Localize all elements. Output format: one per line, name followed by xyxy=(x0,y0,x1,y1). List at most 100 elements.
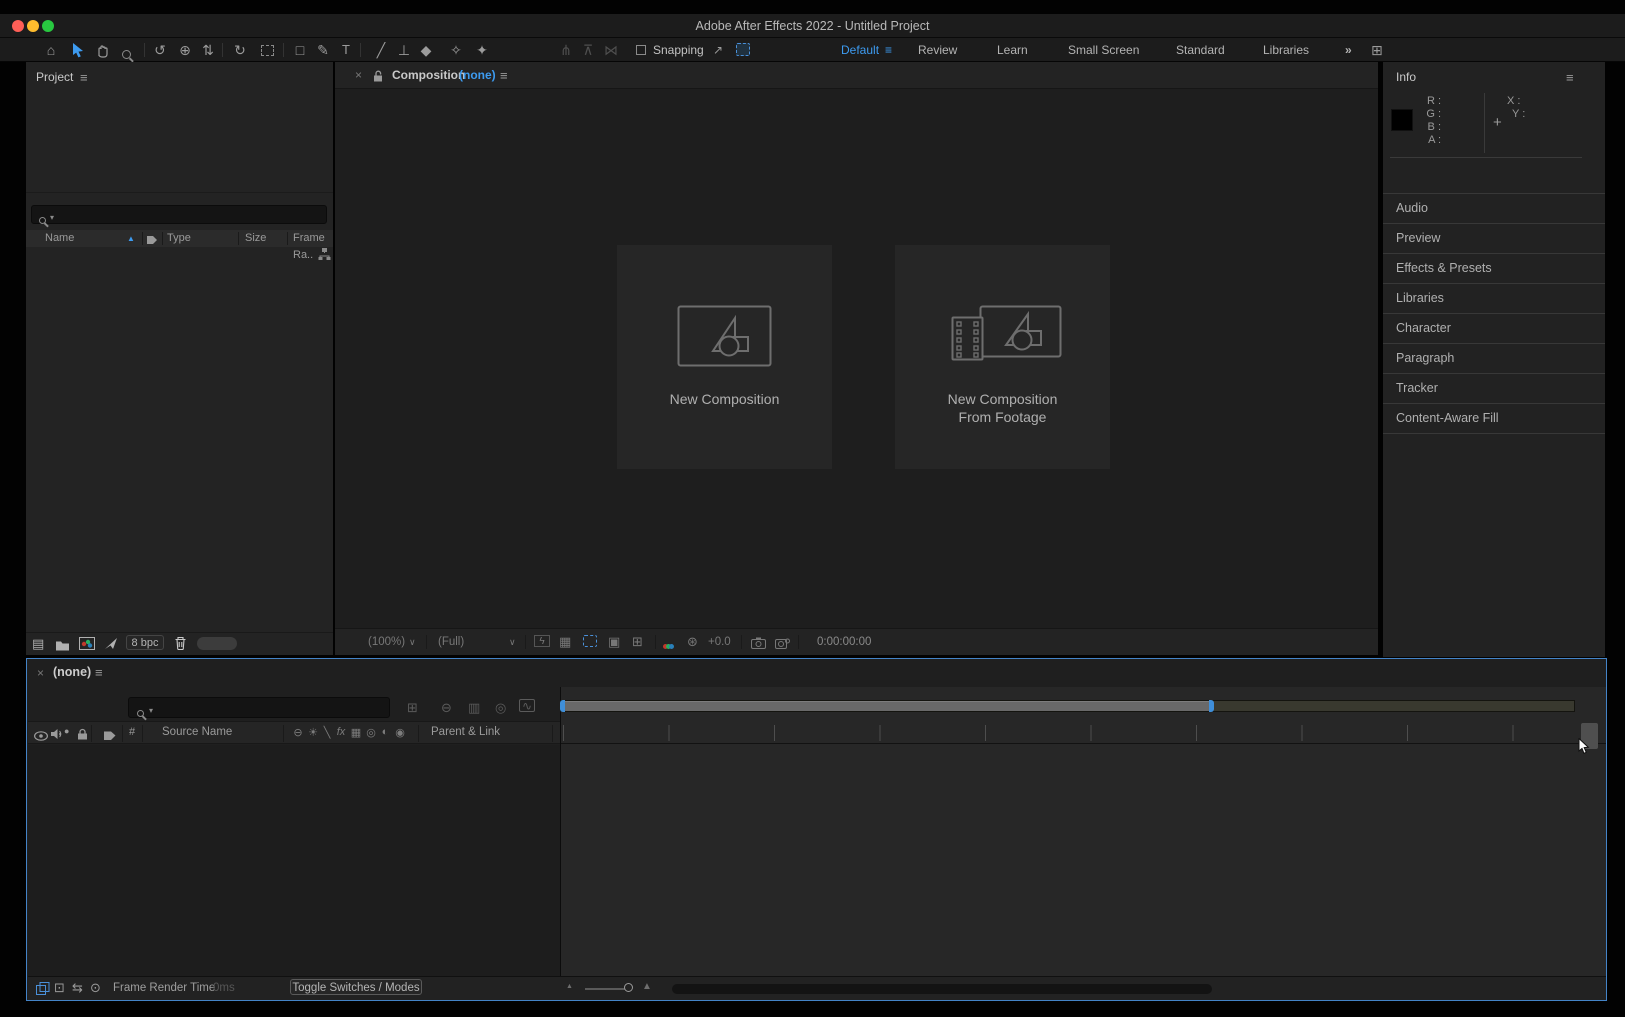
frame-blend-switch-icon[interactable]: ▦ xyxy=(349,726,363,739)
interpret-footage-icon[interactable]: ▤ xyxy=(32,636,44,652)
panel-tab-audio[interactable]: Audio xyxy=(1383,193,1605,223)
project-flowchart-icon[interactable] xyxy=(104,637,118,655)
workspace-tab-libraries[interactable]: Libraries xyxy=(1263,42,1309,58)
project-horizontal-scrollbar[interactable] xyxy=(197,637,237,650)
workspace-tab-small-screen[interactable]: Small Screen xyxy=(1068,42,1139,58)
timeline-zoom-slider-knob[interactable] xyxy=(624,983,633,992)
quality-switch-icon[interactable]: ╲ xyxy=(320,726,334,739)
rotation-tool-icon[interactable]: ↻ xyxy=(230,41,250,59)
new-composition-button[interactable]: New Composition xyxy=(617,245,832,469)
info-panel-tab[interactable]: Info xyxy=(1396,70,1416,84)
selection-tool-icon[interactable] xyxy=(72,43,85,63)
manage-workspaces-icon[interactable]: ⊞ xyxy=(1371,42,1383,58)
motion-blur-icon[interactable]: ◎ xyxy=(495,700,506,716)
zoom-out-timeline-icon[interactable]: ▲ xyxy=(566,983,573,990)
timeline-tab[interactable]: (none) xyxy=(53,665,91,679)
pan-camera-tool-icon[interactable]: ⊕ xyxy=(175,41,195,59)
workspace-overflow-icon[interactable]: » xyxy=(1345,42,1352,58)
column-type[interactable]: Type xyxy=(167,230,191,247)
new-composition-from-footage-button[interactable]: New Composition From Footage xyxy=(895,245,1110,469)
layer-list-empty-area[interactable] xyxy=(28,745,560,976)
collapse-transforms-icon[interactable]: ☀ xyxy=(306,726,320,739)
composition-panel-menu-icon[interactable]: ≡ xyxy=(500,68,508,83)
time-ruler[interactable] xyxy=(563,725,1573,741)
timeline-search-input[interactable]: ▾ xyxy=(128,697,390,718)
three-d-switch-icon[interactable]: ◉ xyxy=(393,726,407,739)
column-name[interactable]: Name xyxy=(45,230,74,247)
video-visibility-icon[interactable] xyxy=(34,728,48,746)
magnification-caret-icon[interactable]: ∨ xyxy=(409,637,416,648)
project-tab[interactable]: Project xyxy=(36,70,73,84)
resolution-caret-icon[interactable]: ∨ xyxy=(509,637,516,648)
zoom-in-timeline-icon[interactable]: ▲ xyxy=(642,981,652,992)
panel-tab-preview[interactable]: Preview xyxy=(1383,223,1605,253)
panel-tab-paragraph[interactable]: Paragraph xyxy=(1383,343,1605,373)
timeline-horizontal-scrollbar[interactable] xyxy=(672,984,1212,994)
panel-tab-tracker[interactable]: Tracker xyxy=(1383,373,1605,403)
motion-blur-switch-icon[interactable]: ◎ xyxy=(364,726,378,739)
magnification-value[interactable]: (100%) xyxy=(368,636,405,648)
composition-mini-flowchart-icon[interactable]: ⊞ xyxy=(407,700,418,716)
panel-tab-character[interactable]: Character xyxy=(1383,313,1605,343)
audio-mute-icon[interactable] xyxy=(50,727,63,745)
dolly-camera-tool-icon[interactable]: ⇅ xyxy=(198,41,218,59)
transparency-grid-icon[interactable]: ▦ xyxy=(559,634,571,650)
label-color-icon[interactable] xyxy=(104,728,116,746)
channel-icon[interactable] xyxy=(663,636,674,654)
expand-transfer-controls-icon[interactable]: ⊡ xyxy=(54,980,65,996)
flowchart-view-icon[interactable] xyxy=(318,248,331,263)
layer-number-column[interactable]: # xyxy=(129,726,135,738)
fast-previews-icon[interactable]: ϟ xyxy=(534,635,550,647)
source-name-column[interactable]: Source Name xyxy=(162,726,232,738)
preview-timecode[interactable]: 0:00:00:00 xyxy=(817,636,871,648)
label-color-icon[interactable] xyxy=(147,234,158,251)
snapshot-icon[interactable] xyxy=(751,636,766,654)
project-panel-menu-icon[interactable]: ≡ xyxy=(80,70,88,85)
adjustment-layer-switch-icon[interactable]: ◐ xyxy=(378,726,392,738)
roto-brush-tool-icon[interactable]: ✧ xyxy=(446,41,466,59)
new-composition-icon[interactable] xyxy=(79,637,95,655)
panel-tab-effects-presets[interactable]: Effects & Presets xyxy=(1383,253,1605,283)
puppet-pin-tool-icon[interactable]: ✦ xyxy=(472,41,492,59)
snap-flyout-icon[interactable]: ↗ xyxy=(708,41,728,59)
column-size[interactable]: Size xyxy=(245,230,266,247)
time-navigator-start-handle[interactable] xyxy=(560,700,565,712)
orbit-camera-tool-icon[interactable]: ↺ xyxy=(150,41,170,59)
expand-in-out-icon[interactable]: ⇆ xyxy=(72,980,83,996)
snapping-label[interactable]: Snapping xyxy=(653,42,704,58)
expand-render-time-icon[interactable]: ⊙ xyxy=(90,980,101,996)
eraser-tool-icon[interactable]: ◆ xyxy=(416,41,436,59)
project-search-input[interactable]: ▾ xyxy=(31,205,327,224)
resolution-value[interactable]: (Full) xyxy=(438,636,464,648)
composition-tab-target[interactable]: (none) xyxy=(459,68,496,82)
parent-link-column[interactable]: Parent & Link xyxy=(431,726,500,738)
home-icon[interactable]: ⌂ xyxy=(41,41,61,59)
pen-tool-icon[interactable]: ✎ xyxy=(313,41,333,59)
snap-to-edges-icon[interactable] xyxy=(736,43,750,56)
delete-icon[interactable] xyxy=(174,636,187,656)
workspace-tab-learn[interactable]: Learn xyxy=(997,42,1028,58)
graph-editor-icon[interactable]: ∿ xyxy=(519,699,535,712)
expand-layer-switches-icon[interactable] xyxy=(36,982,50,1000)
info-panel-menu-icon[interactable]: ≡ xyxy=(1566,70,1574,85)
workspace-tab-default[interactable]: Default xyxy=(841,42,879,58)
camera-tool-icon[interactable] xyxy=(261,45,274,56)
timeline-panel-menu-icon[interactable]: ≡ xyxy=(95,665,103,680)
snapping-checkbox[interactable] xyxy=(636,45,646,55)
time-navigator-end-handle[interactable] xyxy=(1209,700,1214,712)
clone-stamp-tool-icon[interactable]: ⊥ xyxy=(394,41,414,59)
close-tab-icon[interactable]: × xyxy=(37,666,44,680)
effects-switch-icon[interactable]: fx xyxy=(334,726,348,738)
type-tool-icon[interactable]: T xyxy=(336,41,356,59)
shape-tool-icon[interactable]: □ xyxy=(290,41,310,59)
toggle-switches-modes-button[interactable]: Toggle Switches / Modes xyxy=(290,979,422,995)
show-snapshot-icon[interactable] xyxy=(775,636,790,654)
new-folder-icon[interactable] xyxy=(55,638,70,656)
unlock-icon[interactable] xyxy=(373,69,384,87)
workspace-tab-review[interactable]: Review xyxy=(918,42,957,58)
panel-tab-libraries[interactable]: Libraries xyxy=(1383,283,1605,313)
frame-blending-icon[interactable]: ▥ xyxy=(468,700,480,716)
bit-depth-button[interactable]: 8 bpc xyxy=(126,635,164,650)
hand-tool-icon[interactable] xyxy=(96,43,111,63)
draft-3d-icon[interactable]: ⊖ xyxy=(441,700,452,716)
